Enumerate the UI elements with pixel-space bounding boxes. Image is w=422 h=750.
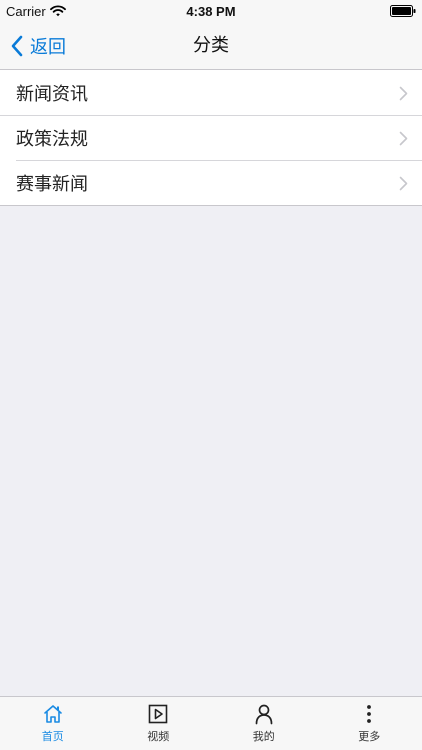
list-item-label: 赛事新闻 xyxy=(16,173,88,195)
nav-bar: 返回 分类 xyxy=(0,22,422,70)
play-icon xyxy=(148,704,168,724)
tab-label: 我的 xyxy=(252,730,275,743)
tab-label: 视频 xyxy=(147,730,170,743)
battery-icon xyxy=(390,5,416,17)
list-item-label: 政策法规 xyxy=(16,128,88,150)
tab-more[interactable]: 更多 xyxy=(317,697,422,750)
status-left: Carrier xyxy=(6,4,66,19)
list-item-events[interactable]: 赛事新闻 xyxy=(0,160,422,205)
tab-label: 更多 xyxy=(358,730,381,743)
list-item-policy[interactable]: 政策法规 xyxy=(0,115,422,160)
tab-label: 首页 xyxy=(41,730,64,743)
wifi-icon xyxy=(49,5,66,17)
carrier-label: Carrier xyxy=(6,3,46,19)
tab-home[interactable]: 首页 xyxy=(0,697,106,750)
tab-profile[interactable]: 我的 xyxy=(211,697,317,750)
more-icon xyxy=(367,705,372,723)
chevron-right-icon xyxy=(399,176,408,190)
back-button[interactable]: 返回 xyxy=(10,22,66,69)
list-item-label: 新闻资讯 xyxy=(16,83,88,105)
list-item-news[interactable]: 新闻资讯 xyxy=(0,70,422,115)
tab-bar: 首页 视频 我的 更多 xyxy=(0,696,422,750)
tab-video[interactable]: 视频 xyxy=(106,697,212,750)
status-bar: Carrier 4:38 PM xyxy=(0,0,422,22)
category-list: 新闻资讯 政策法规 赛事新闻 xyxy=(0,70,422,206)
home-icon xyxy=(43,705,62,723)
user-icon xyxy=(255,704,273,725)
chevron-right-icon xyxy=(399,86,408,100)
chevron-left-icon xyxy=(11,35,23,56)
chevron-right-icon xyxy=(399,131,408,145)
back-button-label: 返回 xyxy=(30,36,66,58)
